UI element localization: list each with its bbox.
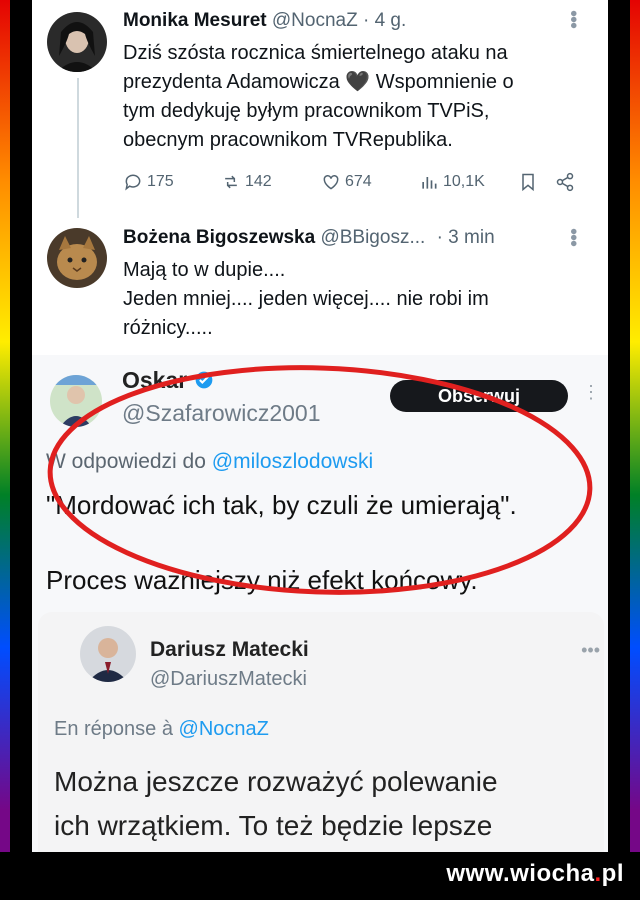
matecki-text: Można jeszcze rozważyć polewanie ich wrz… (54, 760, 599, 848)
tweet1-author[interactable]: Monika Mesuret (123, 10, 267, 31)
rainbow-border-right (630, 0, 640, 900)
avatar-matecki (80, 626, 136, 682)
tweet1-line: tym dedykuję byłym pracownikom TVPiS, (123, 100, 490, 122)
content-panel: Monika Mesuret @NocnaZ · 4 g. ••• Dziś s… (32, 0, 608, 852)
reply-count: 175 (147, 173, 174, 190)
tweet1-time[interactable]: · 4 g. (363, 10, 406, 31)
reply-mention: @NocnaZ (178, 718, 269, 740)
matecki-line: Można jeszcze rozważyć polewanie (54, 766, 498, 797)
matecki-line: ich wrzątkiem. To też będzie lepsze (54, 810, 493, 841)
tweet1-line: Dziś szósta rocznica śmiertelnego ataku … (123, 42, 508, 64)
tweet2-line: różnicy..... (123, 317, 213, 339)
repost-count: 142 (245, 173, 272, 190)
watermark: www.wiocha.pl (446, 860, 624, 887)
reply-button[interactable]: 175 (123, 172, 174, 192)
matecki-handle: @DariuszMatecki (150, 668, 308, 690)
avatar-monika[interactable] (47, 12, 107, 72)
more-icon[interactable]: ••• (561, 228, 584, 246)
repost-icon (225, 175, 237, 189)
like-count: 674 (345, 173, 372, 190)
heart-icon (323, 174, 339, 190)
red-circle-annotation (47, 365, 593, 595)
share-icon (556, 172, 574, 192)
tweet2-author[interactable]: Bożena Bigoszewska (123, 227, 315, 248)
share-button[interactable] (555, 172, 575, 192)
tweet1-actions: 175 142 674 10,1K (123, 172, 583, 200)
like-button[interactable]: 674 (321, 172, 372, 192)
repost-button[interactable]: 142 (221, 172, 272, 192)
more-icon[interactable]: ••• (561, 10, 584, 28)
tweet1-line: prezydenta Adamowicza 🖤 Wspomnienie o (123, 71, 514, 93)
views-icon (422, 177, 437, 189)
bookmark-icon (522, 173, 534, 192)
more-icon: ••• (581, 640, 600, 660)
matecki-reply-to: En réponse à @NocnaZ (54, 718, 269, 741)
tweet2-line: Jeden mniej.... jeden więcej.... nie rob… (123, 288, 489, 310)
tweet2-handle[interactable]: @BBigosz... (320, 227, 425, 248)
tweet1-header: Monika Mesuret @NocnaZ · 4 g. (123, 10, 406, 32)
bookmark-button[interactable] (518, 172, 538, 192)
matecki-name: Dariusz Matecki (150, 638, 309, 661)
tweet1-line: obecnym pracownikom TVRepublika. (123, 129, 453, 151)
tweet2-text: Mają to w dupie.... Jeden mniej.... jede… (123, 256, 583, 343)
rainbow-border-left (0, 0, 10, 900)
thread-connector (77, 78, 79, 218)
view-count: 10,1K (443, 173, 485, 190)
tweet1-handle[interactable]: @NocnaZ (272, 10, 358, 31)
watermark-suffix: pl (601, 860, 624, 887)
watermark-prefix: www.wiocha (446, 860, 595, 887)
avatar-bozena[interactable] (47, 228, 107, 288)
views-button[interactable]: 10,1K (419, 172, 485, 192)
tweet2-header: Bożena Bigoszewska @BBigosz... · 3 min (123, 227, 495, 249)
tweet2-time[interactable]: · 3 min (437, 227, 495, 248)
reply-prefix: En réponse à (54, 718, 173, 740)
tweet2-line: Mają to w dupie.... (123, 259, 286, 281)
tweet1-text: Dziś szósta rocznica śmiertelnego ataku … (123, 39, 583, 155)
reply-icon (125, 174, 141, 191)
